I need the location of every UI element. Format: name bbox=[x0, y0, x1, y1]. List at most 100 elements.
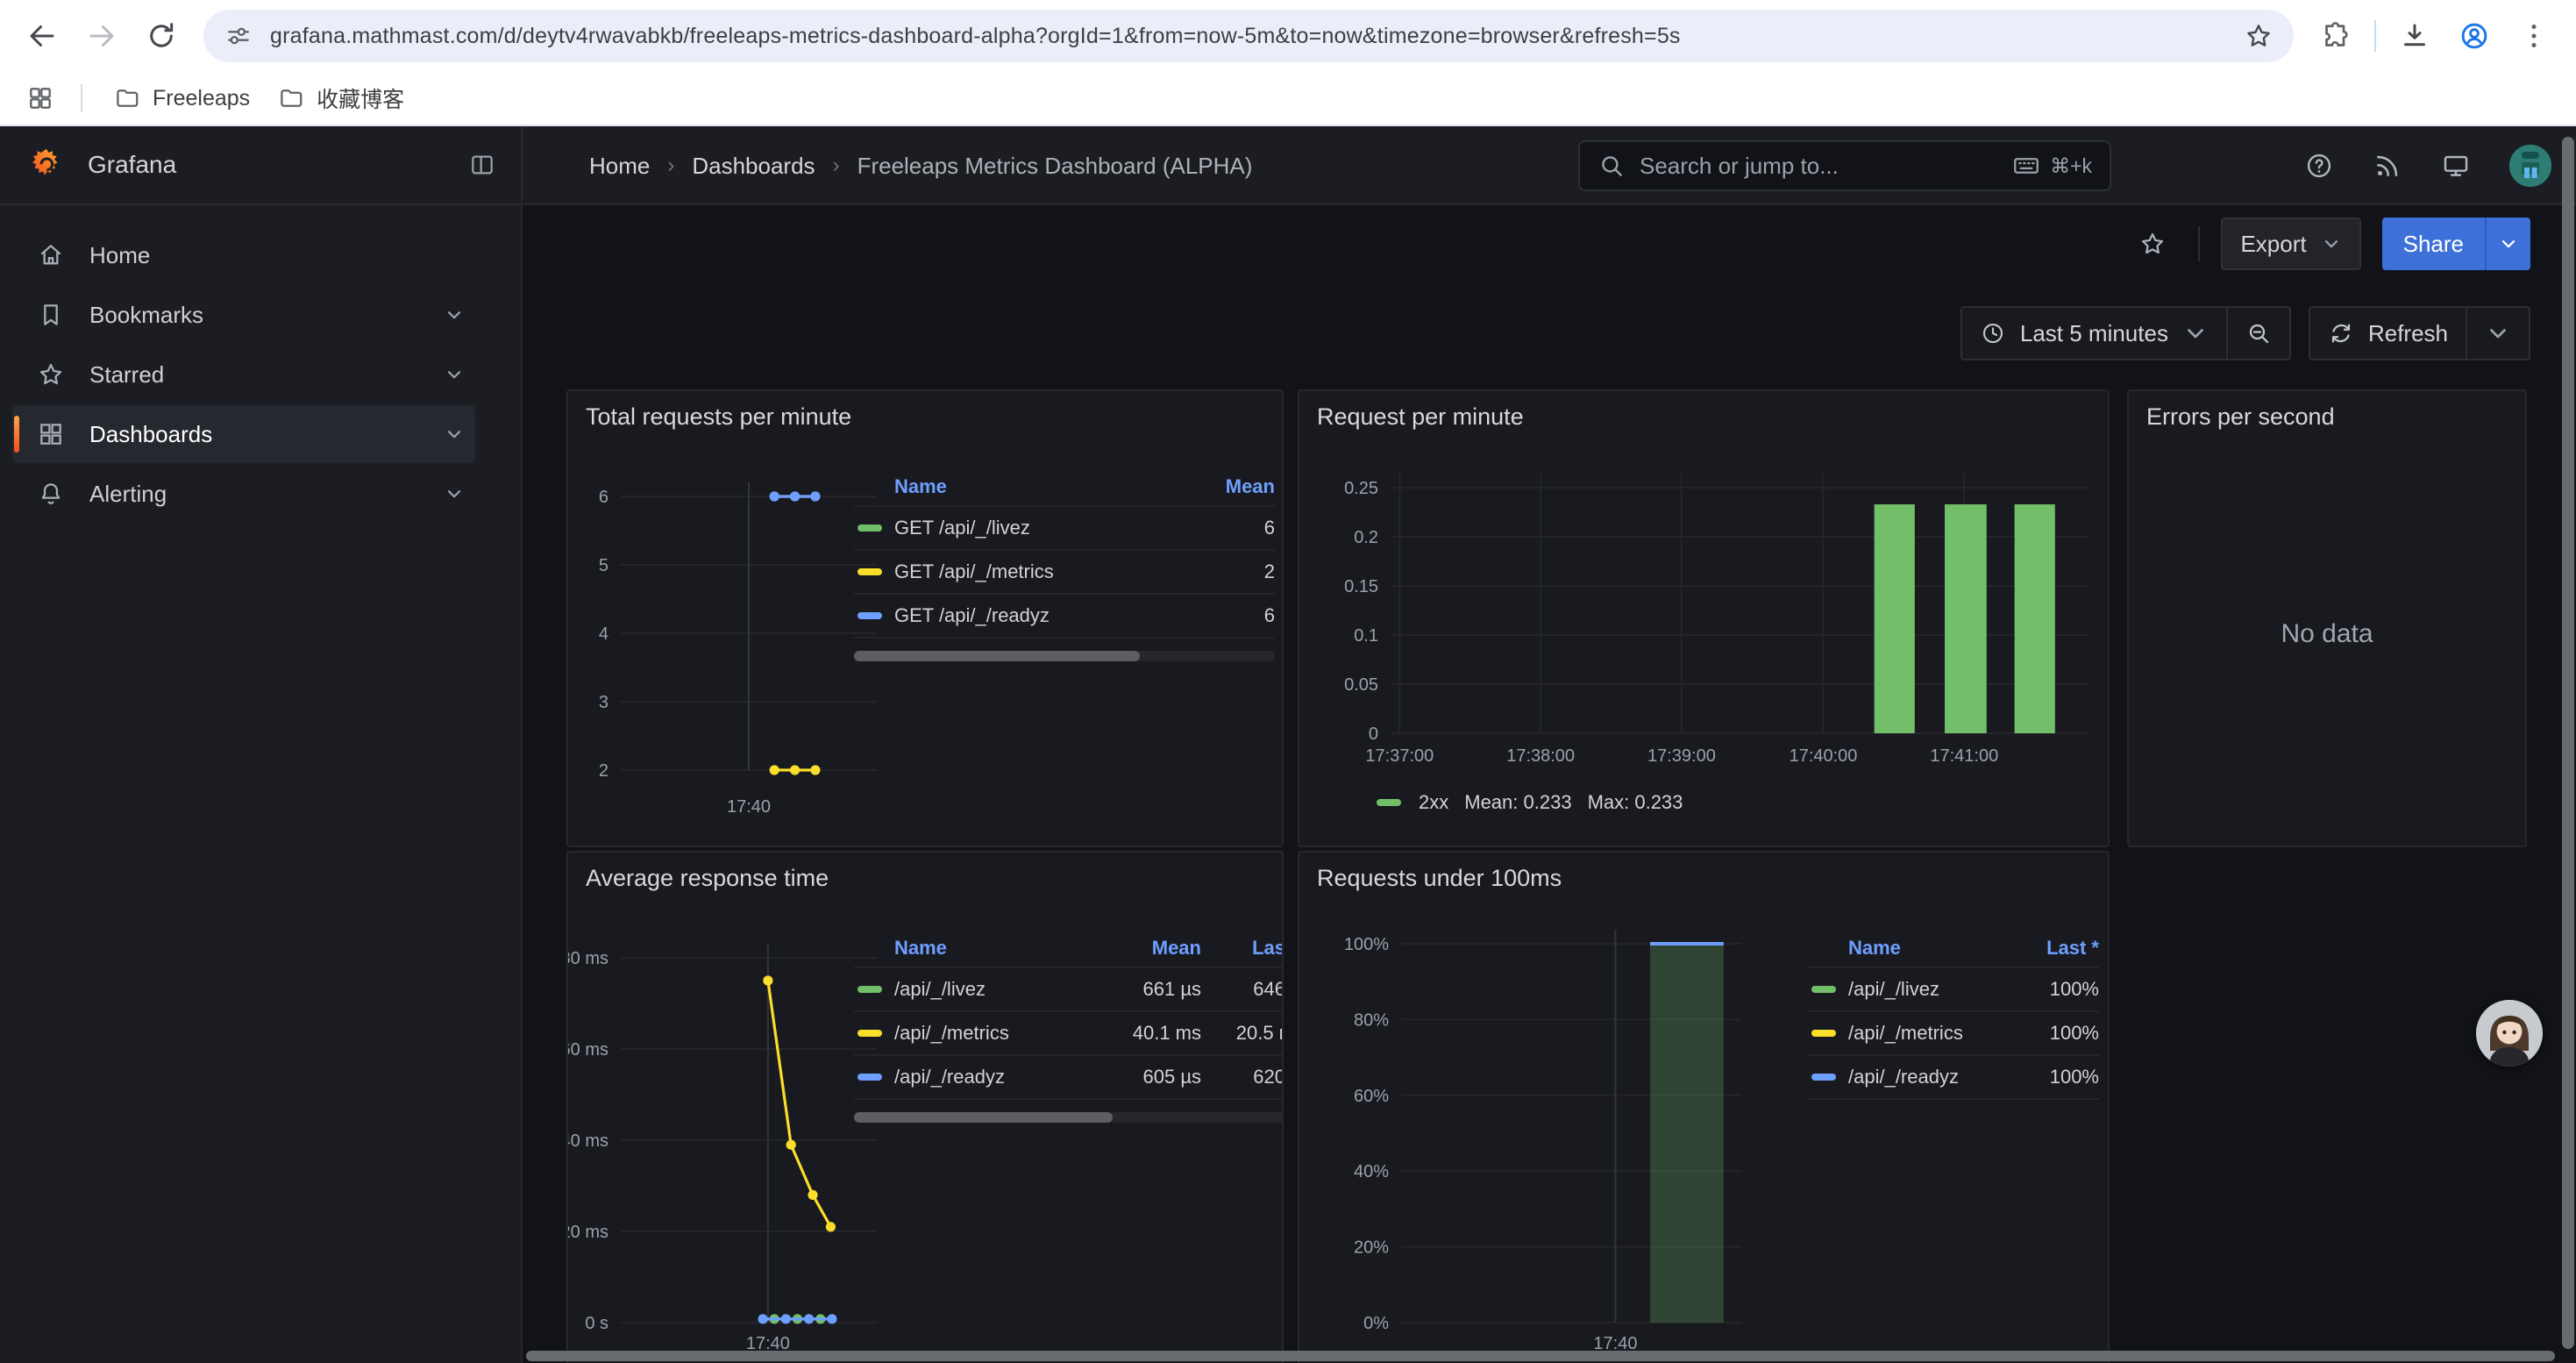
chevron-down-icon bbox=[444, 483, 465, 504]
svg-text:6: 6 bbox=[599, 488, 608, 507]
screen: grafana.mathmast.com/d/deytv4rwavabkb/fr… bbox=[0, 0, 2576, 1363]
refresh-button[interactable]: Refresh bbox=[2310, 308, 2466, 359]
legend-header[interactable]: NameMean bbox=[854, 468, 1275, 505]
svg-text:40 ms: 40 ms bbox=[568, 1131, 608, 1151]
address-bar[interactable]: grafana.mathmast.com/d/deytv4rwavabkb/fr… bbox=[203, 10, 2294, 62]
search-box[interactable]: ⌘+k bbox=[1578, 140, 2111, 191]
news-rss-icon[interactable] bbox=[2373, 151, 2402, 181]
back-button[interactable] bbox=[14, 8, 70, 64]
sidebar-item-home[interactable]: Home bbox=[12, 226, 475, 284]
panel-title[interactable]: Errors per second bbox=[2146, 403, 2335, 431]
sidebar-item-dashboards[interactable]: Dashboards bbox=[12, 405, 475, 463]
site-settings-icon[interactable] bbox=[224, 22, 253, 50]
monitor-icon[interactable] bbox=[2441, 151, 2471, 181]
legend-header[interactable]: NameLast * bbox=[1808, 930, 2099, 967]
svg-text:17:37:00: 17:37:00 bbox=[1365, 746, 1434, 766]
apps-button[interactable] bbox=[18, 75, 63, 121]
legend-row[interactable]: /api/_/livez100% bbox=[1808, 967, 2099, 1010]
svg-text:17:40:00: 17:40:00 bbox=[1790, 746, 1858, 766]
legend-row[interactable]: GET /api/_/metrics2 bbox=[854, 549, 1275, 593]
legend-row[interactable]: /api/_/readyz605 µs620 bbox=[854, 1054, 1284, 1098]
breadcrumb-separator: › bbox=[667, 153, 674, 178]
zoom-out-button[interactable] bbox=[2226, 308, 2289, 359]
bookmark-page-button[interactable] bbox=[2234, 11, 2283, 61]
legend-row[interactable]: /api/_/livez661 µs646 bbox=[854, 967, 1284, 1010]
toolbar-divider bbox=[2374, 20, 2376, 52]
top-header: Home › Dashboards › Freeleaps Metrics Da… bbox=[523, 126, 2576, 205]
apps-grid-icon bbox=[26, 84, 54, 112]
chevron-down-icon bbox=[444, 304, 465, 325]
profile-button[interactable] bbox=[2446, 8, 2502, 64]
extensions-button[interactable] bbox=[2308, 8, 2364, 64]
grafana-app: Grafana Home Bookmarks Starred Dashboard… bbox=[0, 126, 2576, 1363]
series-label: 2xx bbox=[1419, 791, 1448, 814]
sidebar: Grafana Home Bookmarks Starred Dashboard… bbox=[0, 126, 523, 1363]
svg-text:17:39:00: 17:39:00 bbox=[1647, 746, 1716, 766]
share-dropdown[interactable] bbox=[2485, 218, 2530, 270]
export-button[interactable]: Export bbox=[2221, 218, 2360, 270]
brand-label[interactable]: Grafana bbox=[88, 151, 445, 179]
time-controls: Last 5 minutes Refresh bbox=[523, 298, 2576, 368]
search-icon bbox=[1598, 152, 1626, 180]
chevron-down-icon bbox=[444, 424, 465, 445]
bookmarks-bar: Freeleaps 收藏博客 bbox=[0, 72, 2576, 126]
panel-title[interactable]: Average response time bbox=[586, 865, 829, 892]
panel-title[interactable]: Request per minute bbox=[1317, 403, 1524, 431]
sidebar-item-starred[interactable]: Starred bbox=[12, 346, 475, 403]
user-avatar[interactable] bbox=[2509, 145, 2551, 187]
refresh-icon bbox=[2328, 320, 2354, 346]
svg-text:0.2: 0.2 bbox=[1354, 528, 1378, 547]
panel-requests-under-100ms: Requests under 100ms 100%80%60%40%20%0%1… bbox=[1298, 851, 2110, 1363]
legend-row[interactable]: GET /api/_/readyz6 bbox=[854, 593, 1275, 637]
dock-sidebar-icon[interactable] bbox=[468, 151, 496, 179]
bookmark-folder-blogs[interactable]: 收藏博客 bbox=[264, 77, 418, 119]
help-icon[interactable] bbox=[2304, 151, 2334, 181]
star-icon bbox=[2138, 230, 2167, 258]
vertical-scrollbar[interactable] bbox=[2562, 137, 2574, 1349]
legend-row[interactable]: GET /api/_/livez6 bbox=[854, 505, 1275, 549]
legend-table: NameMeanGET /api/_/livez6GET /api/_/metr… bbox=[854, 468, 1275, 661]
favorite-dashboard-button[interactable] bbox=[2128, 219, 2177, 268]
downloads-button[interactable] bbox=[2387, 8, 2443, 64]
bell-icon bbox=[37, 480, 65, 508]
share-button[interactable]: Share bbox=[2382, 218, 2530, 270]
legend-row[interactable]: /api/_/metrics100% bbox=[1808, 1010, 2099, 1054]
refresh-interval-dropdown[interactable] bbox=[2466, 308, 2529, 359]
refresh-group: Refresh bbox=[2309, 306, 2530, 360]
grafana-logo[interactable] bbox=[28, 146, 65, 183]
legend-scrollbar[interactable] bbox=[854, 651, 1275, 661]
chevron-down-icon bbox=[2498, 233, 2519, 254]
legend-scrollbar[interactable] bbox=[854, 1112, 1284, 1123]
legend-row[interactable]: /api/_/readyz100% bbox=[1808, 1054, 2099, 1098]
bar-chart[interactable]: 0.250.20.150.10.05017:37:0017:38:0017:39… bbox=[1299, 391, 2108, 846]
breadcrumb-dashboards[interactable]: Dashboards bbox=[692, 153, 815, 180]
chevron-down-icon bbox=[2321, 233, 2342, 254]
svg-text:2: 2 bbox=[599, 761, 608, 781]
legend-inline[interactable]: 2xx Mean: 0.233 Max: 0.233 bbox=[1377, 791, 1683, 814]
series-swatch bbox=[1377, 799, 1401, 806]
assistant-avatar[interactable] bbox=[2476, 1000, 2543, 1067]
search-input[interactable] bbox=[1640, 153, 1997, 180]
sidebar-item-alerting[interactable]: Alerting bbox=[12, 465, 475, 523]
folder-icon bbox=[114, 85, 140, 111]
download-icon bbox=[2399, 20, 2430, 52]
back-icon bbox=[26, 20, 58, 52]
sidebar-brand: Grafana bbox=[0, 126, 521, 205]
breadcrumb-home[interactable]: Home bbox=[589, 153, 650, 180]
legend-header[interactable]: NameMeanLas bbox=[854, 930, 1284, 967]
time-range-picker[interactable]: Last 5 minutes bbox=[1962, 308, 2226, 359]
bookmark-folder-freeleaps[interactable]: Freeleaps bbox=[100, 80, 264, 117]
panel-title[interactable]: Total requests per minute bbox=[586, 403, 851, 431]
breadcrumb: Home › Dashboards › Freeleaps Metrics Da… bbox=[589, 126, 1252, 205]
chevron-down-icon bbox=[2485, 320, 2511, 346]
clock-icon bbox=[1980, 320, 2006, 346]
legend-row[interactable]: /api/_/metrics40.1 ms20.5 r bbox=[854, 1010, 1284, 1054]
svg-text:0.1: 0.1 bbox=[1354, 626, 1378, 646]
panel-title[interactable]: Requests under 100ms bbox=[1317, 865, 1562, 892]
sidebar-item-bookmarks[interactable]: Bookmarks bbox=[12, 286, 475, 344]
reload-button[interactable] bbox=[133, 8, 189, 64]
url-text[interactable]: grafana.mathmast.com/d/deytv4rwavabkb/fr… bbox=[270, 24, 2234, 49]
forward-button[interactable] bbox=[74, 8, 130, 64]
browser-menu-button[interactable] bbox=[2506, 8, 2562, 64]
horizontal-scrollbar[interactable] bbox=[526, 1351, 2555, 1361]
